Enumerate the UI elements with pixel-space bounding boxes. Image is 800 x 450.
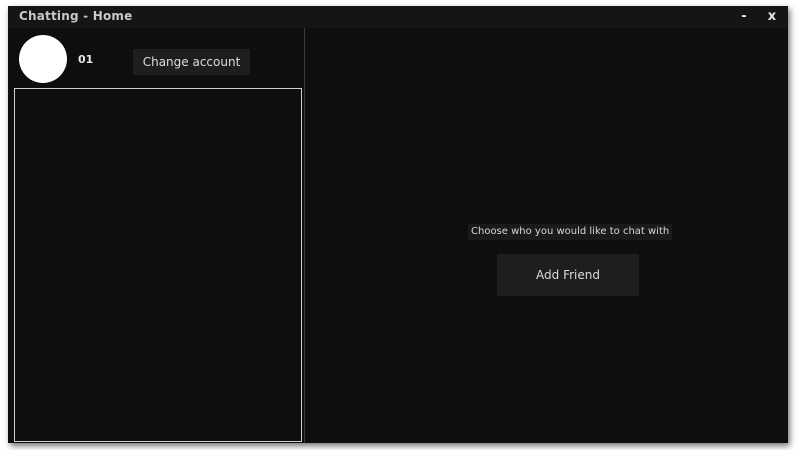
avatar bbox=[19, 35, 67, 83]
chat-window: Chatting - Home - x 01 Change account Ch… bbox=[8, 6, 788, 443]
main-panel: Choose who you would like to chat with A… bbox=[305, 28, 788, 443]
window-title: Chatting - Home bbox=[19, 9, 133, 23]
change-account-button[interactable]: Change account bbox=[133, 49, 250, 75]
account-header: 01 Change account bbox=[8, 28, 304, 88]
username: 01 bbox=[78, 53, 94, 66]
title-bar[interactable]: Chatting - Home - x bbox=[8, 6, 788, 28]
minimize-button[interactable]: - bbox=[733, 8, 755, 26]
close-button[interactable]: x bbox=[761, 8, 783, 26]
chat-prompt: Choose who you would like to chat with bbox=[468, 224, 673, 240]
add-friend-button[interactable]: Add Friend bbox=[497, 254, 639, 296]
friend-list[interactable] bbox=[14, 88, 302, 442]
